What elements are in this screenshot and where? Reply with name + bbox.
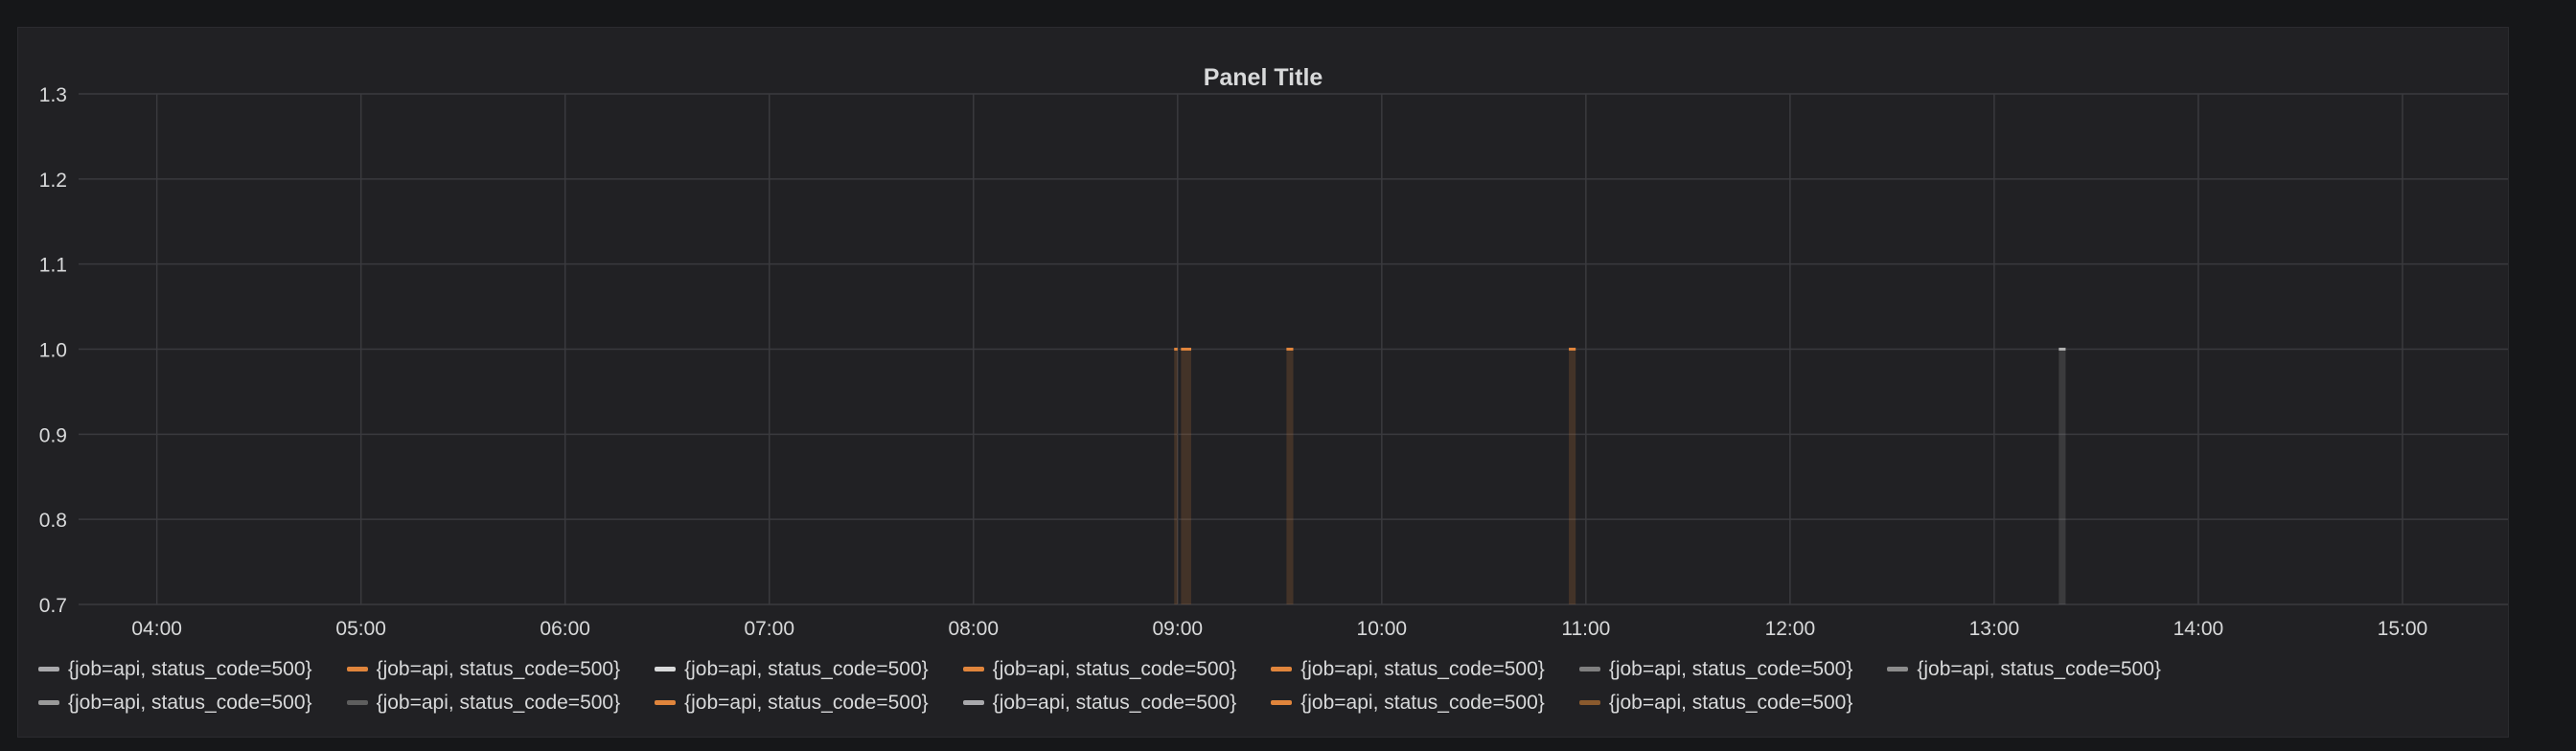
- series-area: [1174, 349, 1178, 604]
- legend-swatch: [962, 667, 984, 671]
- x-tick-label: 06:00: [540, 618, 590, 640]
- legend-item[interactable]: {job=api, status_code=500}: [1887, 657, 2161, 680]
- series-area: [1569, 349, 1576, 604]
- time-series-chart: 0.7 0.8 0.9 1.0 1.1 1.2 1.3 04:00 05:00 06:00 07:0…: [39, 84, 2508, 640]
- legend-item[interactable]: {job=api, status_code=500}: [346, 691, 621, 714]
- legend-swatch: [1887, 667, 1909, 671]
- legend-swatch: [346, 700, 368, 705]
- series-area: [2058, 349, 2066, 604]
- y-tick-label: 0.8: [39, 510, 67, 532]
- legend-item[interactable]: {job=api, status_code=500}: [655, 691, 929, 714]
- x-tick-label: 15:00: [2378, 618, 2428, 640]
- legend-label: {job=api, status_code=500}: [68, 691, 312, 714]
- x-tick-label: 08:00: [948, 618, 999, 640]
- legend-label: {job=api, status_code=500}: [376, 691, 621, 714]
- x-tick-label: 14:00: [2174, 618, 2224, 640]
- legend-swatch: [1578, 700, 1600, 705]
- y-tick-label: 0.9: [39, 424, 67, 446]
- legend-item[interactable]: {job=api, status_code=500}: [38, 657, 312, 680]
- legend-swatch: [38, 700, 59, 705]
- legend-label: {job=api, status_code=500}: [1608, 657, 1853, 680]
- y-tick-label: 1.0: [39, 340, 67, 362]
- x-tick-label: 07:00: [744, 618, 794, 640]
- legend-swatch: [346, 667, 368, 671]
- legend-swatch: [1271, 700, 1293, 705]
- legend-item[interactable]: {job=api, status_code=500}: [1271, 657, 1545, 680]
- chart-legend: {job=api, status_code=500} {job=api, stat…: [38, 657, 2492, 714]
- legend-label: {job=api, status_code=500}: [1300, 691, 1545, 714]
- legend-item[interactable]: {job=api, status_code=500}: [346, 657, 621, 680]
- y-tick-label: 1.2: [39, 170, 67, 192]
- y-tick-label: 1.3: [39, 84, 67, 106]
- legend-item[interactable]: {job=api, status_code=500}: [1578, 657, 1853, 680]
- legend-label: {job=api, status_code=500}: [68, 657, 312, 680]
- legend-label: {job=api, status_code=500}: [992, 691, 1237, 714]
- legend-label: {job=api, status_code=500}: [376, 657, 621, 680]
- legend-label: {job=api, status_code=500}: [1608, 691, 1853, 714]
- y-tick-label: 1.1: [39, 255, 67, 277]
- series-area: [1286, 349, 1294, 604]
- legend-label: {job=api, status_code=500}: [1917, 657, 2161, 680]
- legend-item[interactable]: {job=api, status_code=500}: [1271, 691, 1545, 714]
- x-tick-label: 04:00: [131, 618, 182, 640]
- x-tick-label: 12:00: [1765, 618, 1816, 640]
- x-tick-label: 11:00: [1561, 618, 1610, 640]
- legend-item[interactable]: {job=api, status_code=500}: [962, 691, 1237, 714]
- legend-item[interactable]: {job=api, status_code=500}: [655, 657, 929, 680]
- x-tick-label: 05:00: [335, 618, 386, 640]
- legend-label: {job=api, status_code=500}: [992, 657, 1237, 680]
- legend-swatch: [1578, 667, 1600, 671]
- x-tick-label: 09:00: [1153, 618, 1204, 640]
- legend-swatch: [655, 667, 677, 671]
- x-tick-label: 10:00: [1357, 618, 1408, 640]
- legend-swatch: [655, 700, 677, 705]
- legend-swatch: [1271, 667, 1293, 671]
- legend-label: {job=api, status_code=500}: [1300, 657, 1545, 680]
- legend-swatch: [962, 700, 984, 705]
- series-area: [1181, 349, 1191, 604]
- legend-item[interactable]: {job=api, status_code=500}: [38, 691, 312, 714]
- legend-item[interactable]: {job=api, status_code=500}: [962, 657, 1237, 680]
- legend-swatch: [38, 667, 59, 671]
- legend-item[interactable]: {job=api, status_code=500}: [1578, 691, 1853, 714]
- legend-label: {job=api, status_code=500}: [684, 657, 929, 680]
- legend-label: {job=api, status_code=500}: [684, 691, 929, 714]
- y-tick-label: 0.7: [39, 595, 67, 617]
- x-tick-label: 13:00: [1969, 618, 2020, 640]
